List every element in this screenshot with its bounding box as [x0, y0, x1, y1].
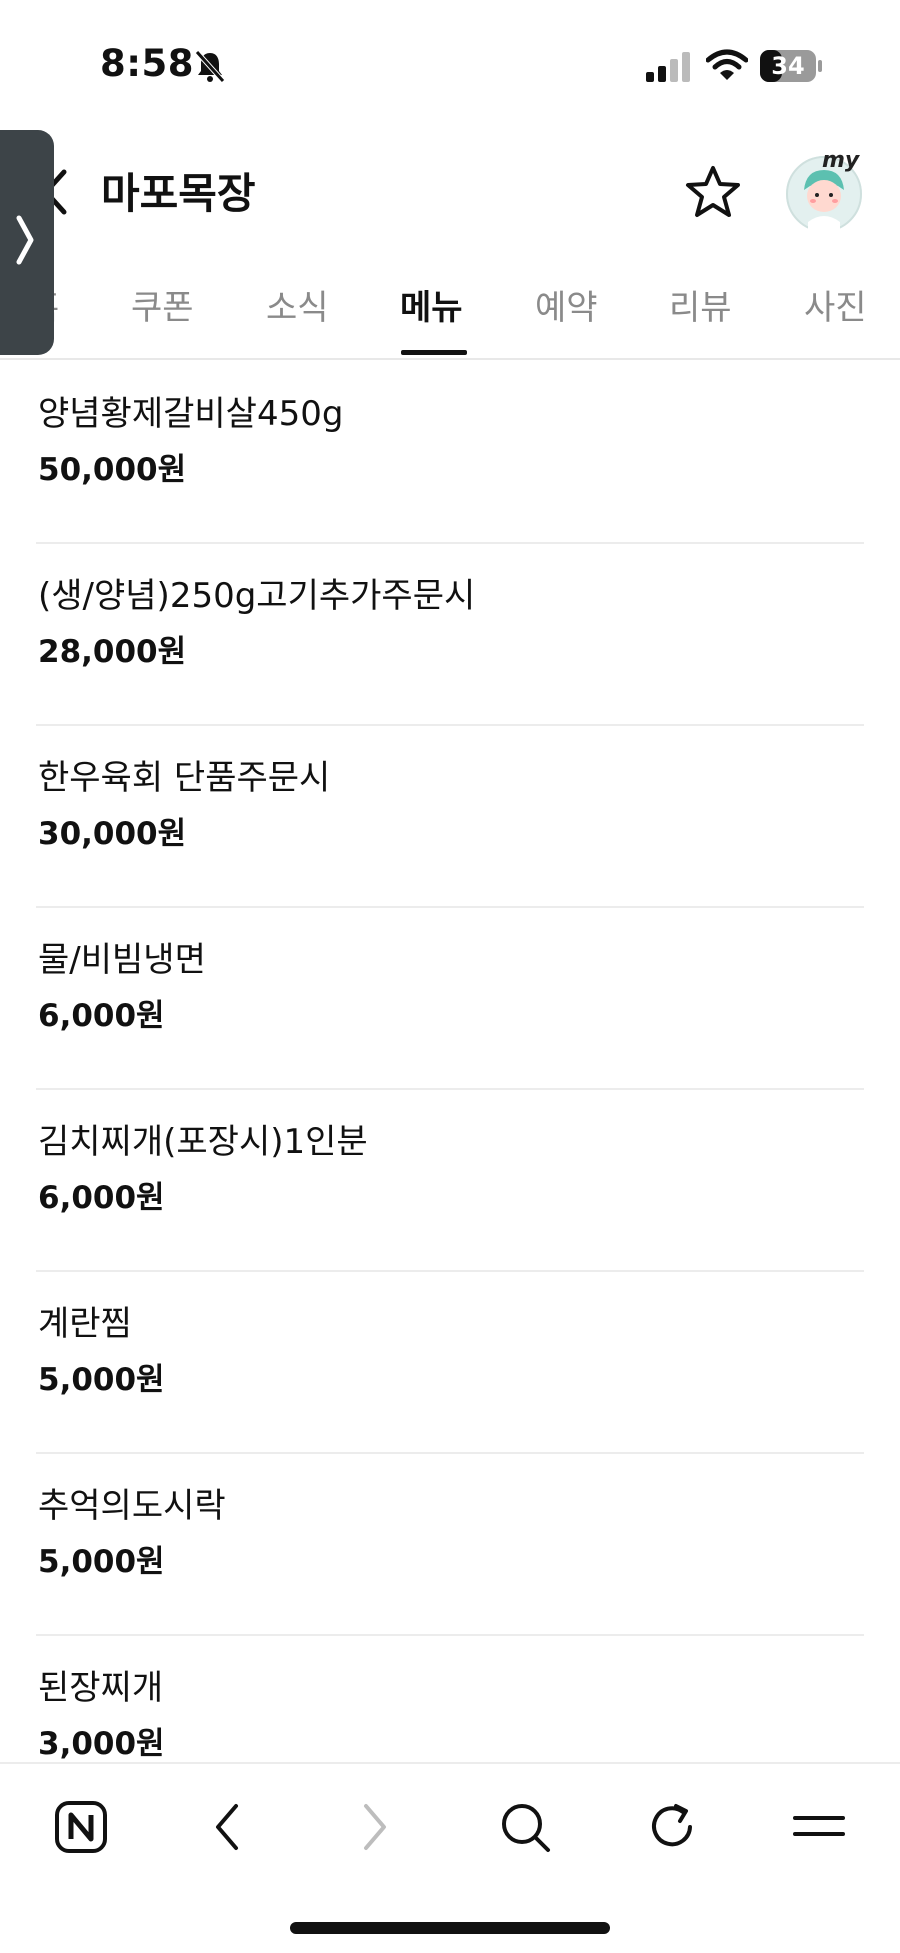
naver-home-icon[interactable]: [54, 1800, 108, 1854]
menu-item-name: 김치찌개(포장시)1인분: [38, 1122, 368, 1162]
nav-back-icon[interactable]: [210, 1800, 244, 1854]
favorite-star-icon[interactable]: [684, 164, 742, 220]
side-panel-handle[interactable]: [0, 130, 54, 355]
menu-item[interactable]: (생/양념)250g고기추가주문시 28,000원: [36, 544, 864, 726]
menu-item-price: 5,000원: [38, 1544, 165, 1580]
menu-item-name: 계란찜: [38, 1304, 132, 1344]
menu-item-price: 5,000원: [38, 1362, 165, 1398]
battery-indicator: 34: [760, 50, 822, 82]
menu-item[interactable]: 김치찌개(포장시)1인분 6,000원: [36, 1090, 864, 1272]
tab-reservation[interactable]: 예약: [535, 280, 598, 329]
menu-item-name: (생/양념)250g고기추가주문시: [38, 576, 476, 616]
wifi-icon: [706, 49, 748, 80]
menu-item[interactable]: 물/비빔냉면 6,000원: [36, 908, 864, 1090]
status-time: 8:58: [100, 42, 195, 85]
menu-list: 양념황제갈비살450g 50,000원 (생/양념)250g고기추가주문시 28…: [0, 362, 900, 1816]
bell-muted-icon: [195, 50, 225, 83]
menu-item[interactable]: 추억의도시락 5,000원: [36, 1454, 864, 1636]
refresh-icon[interactable]: [646, 1800, 700, 1854]
chevron-right-icon: [16, 215, 34, 265]
menu-item-price: 28,000원: [38, 634, 187, 670]
home-indicator: [290, 1922, 610, 1934]
menu-item-name: 양념황제갈비살450g: [38, 394, 344, 434]
menu-item-price: 6,000원: [38, 1180, 165, 1216]
menu-item-price: 6,000원: [38, 998, 165, 1034]
menu-item[interactable]: 양념황제갈비살450g 50,000원: [36, 362, 864, 544]
battery-level: 34: [771, 52, 805, 80]
avatar-badge: my: [822, 148, 860, 173]
tab-news[interactable]: 소식: [266, 280, 329, 329]
tab-coupon[interactable]: 쿠폰: [131, 280, 194, 329]
nav-forward-icon[interactable]: [358, 1800, 392, 1854]
tab-menu[interactable]: 메뉴: [400, 280, 463, 329]
menu-item-name: 한우육회 단품주문시: [38, 758, 331, 798]
status-bar: 8:58 34: [0, 0, 900, 130]
menu-item-name: 물/비빔냉면: [38, 940, 206, 980]
menu-item-name: 된장찌개: [38, 1668, 164, 1708]
search-icon[interactable]: [498, 1800, 552, 1854]
menu-icon[interactable]: [792, 1800, 846, 1854]
tab-photos[interactable]: 사진: [804, 280, 867, 329]
menu-item-price: 30,000원: [38, 816, 187, 852]
menu-item[interactable]: 계란찜 5,000원: [36, 1272, 864, 1454]
menu-item-name: 추억의도시락: [38, 1486, 226, 1526]
menu-item-price: 3,000원: [38, 1726, 165, 1762]
menu-item[interactable]: 한우육회 단품주문시 30,000원: [36, 726, 864, 908]
active-tab-indicator: [401, 350, 467, 355]
cell-signal-icon: [646, 52, 690, 82]
tab-reviews[interactable]: 리뷰: [669, 280, 732, 329]
menu-item-price: 50,000원: [38, 452, 187, 488]
tab-bar: 홈 쿠폰 소식 메뉴 예약 리뷰 사진: [0, 270, 900, 360]
page-title: 마포목장: [101, 169, 256, 218]
